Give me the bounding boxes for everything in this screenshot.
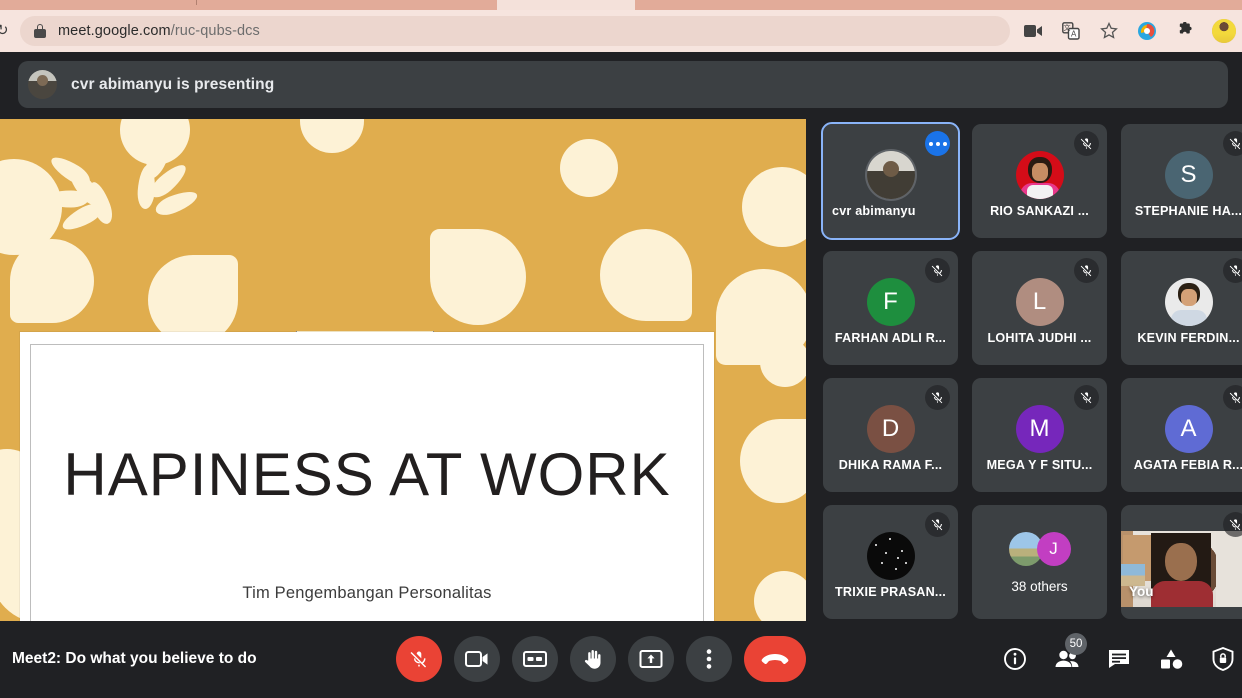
participant-name: cvr abimanyu (832, 204, 916, 218)
participant-name: AGATA FEBIA R... (1133, 458, 1242, 472)
other-avatar-initial: J (1036, 532, 1071, 566)
mic-off-icon (1074, 131, 1099, 156)
participant-tile-lohita[interactable]: L LOHITA JUDHI ... (972, 251, 1107, 365)
address-bar[interactable]: meet.google.com/ruc-qubs-dcs (20, 16, 1010, 46)
participant-grid: cvr abimanyu RIO SANKAZI ... S STEPHANIE… (821, 122, 1242, 622)
meet-window: ↻ meet.google.com/ruc-qubs-dcs A文 cvr ab… (0, 0, 1242, 698)
participant-name: RIO SANKAZI ... (990, 204, 1089, 218)
others-count-label: 38 others (1011, 579, 1068, 594)
host-controls-button[interactable] (1206, 642, 1240, 676)
translate-icon[interactable]: A文 (1060, 20, 1082, 42)
avatar: A (1164, 405, 1213, 453)
video-camera-icon[interactable] (1022, 20, 1044, 42)
extensions-puzzle-icon[interactable] (1174, 20, 1196, 42)
participant-name: STEPHANIE HA... (1134, 204, 1242, 218)
participant-name: FARHAN ADLI R... (834, 331, 947, 345)
presenting-banner-text: cvr abimanyu is presenting (71, 75, 275, 93)
bookmark-star-icon[interactable] (1098, 20, 1120, 42)
avatar (866, 532, 915, 580)
captions-button[interactable] (512, 636, 558, 682)
browser-toolbar: ↻ meet.google.com/ruc-qubs-dcs A文 (0, 10, 1242, 52)
slide-title: HAPINESS AT WORK (63, 441, 671, 508)
participant-tile-cvr-abimanyu[interactable]: cvr abimanyu (821, 122, 960, 240)
participant-tile-rio-sankazi[interactable]: RIO SANKAZI ... (972, 124, 1107, 238)
participant-name: KEVIN FERDIN... (1137, 331, 1240, 345)
present-screen-button[interactable] (628, 636, 674, 682)
presenter-avatar (28, 70, 57, 99)
microphone-muted-button[interactable] (396, 636, 442, 682)
mic-off-icon (1223, 131, 1242, 156)
participant-tile-kevin[interactable]: KEVIN FERDIN... (1121, 251, 1242, 365)
reload-icon[interactable]: ↻ (0, 22, 12, 40)
slide-subtitle: Tim Pengembangan Personalitas (242, 584, 492, 602)
lock-icon (34, 24, 46, 38)
mic-off-icon (925, 385, 950, 410)
self-view-tile[interactable]: You (1121, 505, 1242, 619)
participant-tile-dhika[interactable]: D DHIKA RAMA F... (823, 378, 958, 492)
avatar (866, 151, 915, 199)
avatar: M (1015, 405, 1064, 453)
extension-colored-icon[interactable] (1136, 20, 1158, 42)
meeting-bottom-bar: Meet2: Do what you believe to do 50 (0, 622, 1242, 698)
browser-tab-strip (0, 0, 1242, 10)
shared-screen-stage[interactable]: HAPINESS AT WORK Tim Pengembangan Person… (0, 119, 806, 621)
avatar: D (866, 405, 915, 453)
participant-name: MEGA Y F SITU... (986, 458, 1093, 472)
participant-tile-farhan[interactable]: F FARHAN ADLI R... (823, 251, 958, 365)
avatar: F (866, 278, 915, 326)
url-text: meet.google.com/ruc-qubs-dcs (58, 23, 260, 39)
meeting-details-button[interactable] (998, 642, 1032, 676)
browser-tab-1[interactable] (0, 0, 197, 10)
self-view-label: You (1129, 584, 1154, 599)
avatar (1015, 151, 1064, 199)
call-controls (396, 636, 806, 682)
presentation-slide: HAPINESS AT WORK Tim Pengembangan Person… (20, 332, 714, 621)
avatar: L (1015, 278, 1064, 326)
tile-more-options-icon[interactable] (925, 131, 950, 156)
browser-tab-2[interactable] (197, 0, 497, 10)
svg-text:A: A (1071, 30, 1077, 39)
participant-count-badge: 50 (1065, 633, 1087, 655)
mic-off-icon (1074, 258, 1099, 283)
participant-name: TRIXIE PRASAN... (835, 585, 946, 599)
avatar (1164, 278, 1213, 326)
show-everyone-button[interactable]: 50 (1050, 633, 1087, 676)
presenting-banner-area: cvr abimanyu is presenting (0, 52, 1242, 119)
mic-off-icon (1223, 258, 1242, 283)
raise-hand-button[interactable] (570, 636, 616, 682)
camera-button[interactable] (454, 636, 500, 682)
mic-off-icon (925, 258, 950, 283)
participant-tile-trixie[interactable]: TRIXIE PRASAN... (823, 505, 958, 619)
meeting-title: Meet2: Do what you believe to do (12, 650, 257, 667)
avatar: S (1164, 151, 1213, 199)
others-tile[interactable]: J 38 others (972, 505, 1107, 619)
mic-off-icon (1074, 385, 1099, 410)
mic-off-icon (1223, 512, 1242, 537)
participant-name: LOHITA JUDHI ... (987, 331, 1092, 345)
toolbar-icon-group: A文 (1022, 16, 1236, 46)
mic-off-icon (1223, 385, 1242, 410)
participant-tile-agata[interactable]: A AGATA FEBIA R... (1121, 378, 1242, 492)
svg-text:文: 文 (1064, 23, 1071, 32)
leave-call-button[interactable] (744, 636, 806, 682)
tab-separator (196, 0, 197, 5)
profile-avatar-icon[interactable] (1212, 19, 1236, 43)
participant-tile-mega[interactable]: M MEGA Y F SITU... (972, 378, 1107, 492)
presenting-banner: cvr abimanyu is presenting (18, 61, 1228, 108)
chat-button[interactable] (1102, 642, 1136, 676)
mic-off-icon (925, 512, 950, 537)
more-options-button[interactable] (686, 636, 732, 682)
activities-button[interactable] (1154, 642, 1188, 676)
browser-tab-active[interactable] (635, 0, 1242, 10)
participant-tile-stephanie[interactable]: S STEPHANIE HA... (1121, 124, 1242, 238)
meeting-right-controls: 50 (998, 633, 1240, 676)
participant-name: DHIKA RAMA F... (838, 458, 943, 472)
others-avatars: J (1008, 532, 1071, 577)
